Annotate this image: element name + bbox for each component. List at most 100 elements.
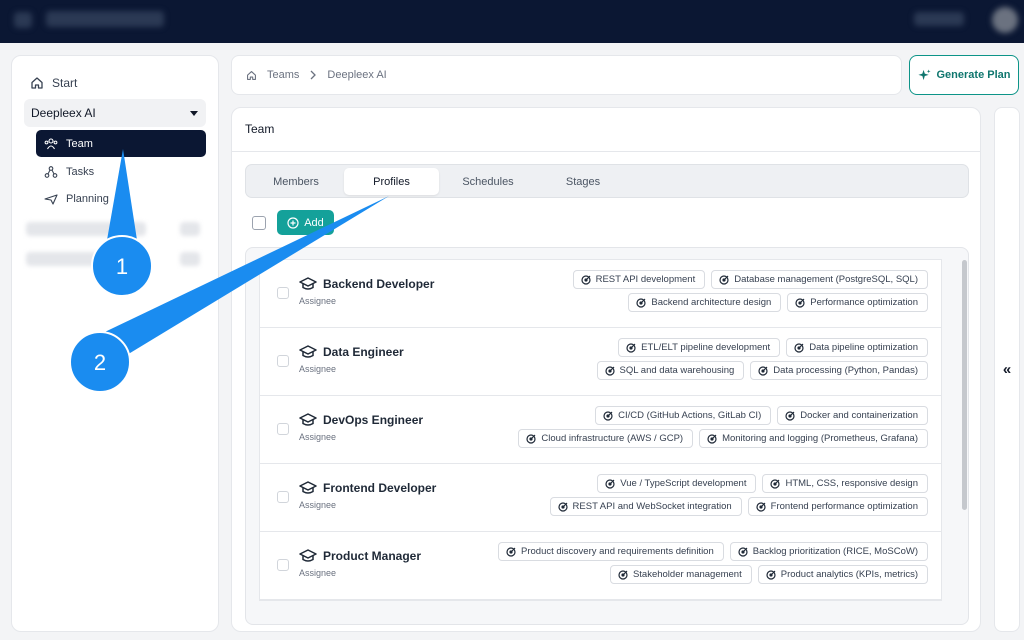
tab-profiles[interactable]: Profiles <box>344 168 439 195</box>
skill-chip[interactable]: REST API and WebSocket integration <box>549 497 742 516</box>
skill-chip-label: Docker and containerization <box>800 410 918 421</box>
target-icon <box>756 501 766 512</box>
tab-schedules[interactable]: Schedules <box>440 168 536 195</box>
skill-chip[interactable]: Docker and containerization <box>777 406 928 425</box>
skill-chip[interactable]: Monitoring and logging (Prometheus, Graf… <box>699 429 928 448</box>
profile-title[interactable]: DevOps Engineer <box>323 413 423 427</box>
chevron-right-icon <box>310 70 317 80</box>
skill-chip[interactable]: Backlog prioritization (RICE, MoSCoW) <box>729 542 928 561</box>
target-icon <box>603 410 613 421</box>
skill-chip[interactable]: CI/CD (GitHub Actions, GitLab CI) <box>595 406 772 425</box>
skill-chip-row: CI/CD (GitHub Actions, GitLab CI) Docker … <box>468 406 928 425</box>
hidden-org-action[interactable] <box>180 222 200 236</box>
skill-chip[interactable]: Product analytics (KPIs, metrics) <box>757 565 928 584</box>
skill-chip[interactable]: Backend architecture design <box>628 293 782 312</box>
sidebar-item-planning[interactable]: Planning <box>36 185 206 212</box>
tab-stages[interactable]: Stages <box>537 168 629 195</box>
nav-start-label: Start <box>52 76 78 90</box>
profile-row[interactable]: DevOps Engineer Assignee CI/CD (GitHub Act… <box>260 396 941 464</box>
hidden-org-row[interactable] <box>26 252 136 266</box>
nav-start[interactable]: Start <box>30 76 77 90</box>
profile-row[interactable]: Frontend Developer Assignee Vue / TypeScri… <box>260 464 941 532</box>
sidebar-item-tasks[interactable]: Tasks <box>36 158 206 185</box>
sidebar-item-team[interactable]: Team <box>36 130 206 157</box>
skill-chip[interactable]: Cloud infrastructure (AWS / GCP) <box>518 429 694 448</box>
target-icon <box>506 546 516 557</box>
add-button[interactable]: Add <box>277 210 334 235</box>
graduation-cap-icon <box>299 481 317 494</box>
home-icon[interactable] <box>246 70 257 81</box>
skill-chip[interactable]: Frontend performance optimization <box>747 497 928 516</box>
graduation-cap-icon-wrap <box>299 549 317 568</box>
profile-list: Backend Developer Assignee REST API develo… <box>245 247 969 625</box>
skill-chip[interactable]: Database management (PostgreSQL, SQL) <box>711 270 928 289</box>
row-checkbox[interactable] <box>277 355 289 367</box>
target-icon <box>580 274 591 285</box>
hidden-org-row[interactable] <box>26 222 146 236</box>
row-checkbox[interactable] <box>277 423 289 435</box>
skill-chip-row: Product discovery and requirements defin… <box>468 542 928 561</box>
profile-row[interactable]: Product Manager Assignee Product discovery… <box>260 532 941 600</box>
skill-chip-label: CI/CD (GitHub Actions, GitLab CI) <box>618 410 762 421</box>
profile-title[interactable]: Backend Developer <box>323 277 434 291</box>
app-logo <box>46 11 164 27</box>
skill-chip-label: HTML, CSS, responsive design <box>785 478 918 489</box>
skill-chip[interactable]: Stakeholder management <box>609 565 752 584</box>
target-icon <box>626 342 636 353</box>
row-checkbox[interactable] <box>277 491 289 503</box>
profile-subtitle: Assignee <box>299 432 337 442</box>
skill-chip-label: Vue / TypeScript development <box>620 478 747 489</box>
profile-title[interactable]: Data Engineer <box>323 345 404 359</box>
target-icon <box>770 478 781 489</box>
avatar[interactable] <box>992 7 1018 33</box>
caret-down-icon <box>190 110 198 116</box>
skill-chip-label: SQL and data warehousing <box>619 365 735 376</box>
skill-chip[interactable]: SQL and data warehousing <box>596 361 745 380</box>
sidebar: Start Deepleex AI Team Tasks Planning <box>11 55 219 632</box>
plus-circle-icon <box>287 216 299 229</box>
graduation-cap-icon-wrap <box>299 481 317 500</box>
skill-chip[interactable]: Vue / TypeScript development <box>597 474 757 493</box>
org-select[interactable]: Deepleex AI <box>24 99 206 127</box>
team-icon <box>44 137 58 149</box>
hidden-org-action[interactable] <box>180 252 200 266</box>
profile-list-inner: Backend Developer Assignee REST API develo… <box>259 259 942 601</box>
sidebar-item-label: Planning <box>66 192 109 205</box>
skill-chip-label: Performance optimization <box>810 297 918 308</box>
scrollbar[interactable] <box>962 260 967 510</box>
skill-chip[interactable]: Product discovery and requirements defin… <box>498 542 724 561</box>
target-icon <box>766 569 776 580</box>
select-all-checkbox[interactable] <box>252 216 266 230</box>
breadcrumb-teams[interactable]: Teams <box>267 69 299 81</box>
skill-chip-row: Vue / TypeScript development HTML, CSS, r… <box>468 474 928 493</box>
profile-row[interactable]: Backend Developer Assignee REST API develo… <box>260 260 941 328</box>
collapse-panel-button[interactable]: « <box>994 107 1020 632</box>
graduation-cap-icon-wrap <box>299 345 317 364</box>
menu-icon[interactable] <box>14 12 32 28</box>
profile-title[interactable]: Frontend Developer <box>323 481 436 495</box>
target-icon <box>636 297 646 308</box>
row-checkbox[interactable] <box>277 559 289 571</box>
skill-chip-label: Stakeholder management <box>632 569 742 580</box>
skill-chip-row: SQL and data warehousing Data processing … <box>468 361 928 380</box>
target-icon <box>604 365 615 376</box>
graduation-cap-icon <box>299 345 317 358</box>
page-title: Team <box>245 122 275 136</box>
skill-chip[interactable]: Performance optimization <box>787 293 928 312</box>
generate-plan-button[interactable]: Generate Plan <box>909 55 1019 95</box>
sidebar-item-label: Tasks <box>66 165 95 178</box>
plane-icon <box>44 193 58 205</box>
skill-chip-row: REST API and WebSocket integration Fronte… <box>468 497 928 516</box>
skill-chip[interactable]: Data processing (Python, Pandas) <box>750 361 928 380</box>
row-checkbox[interactable] <box>277 287 289 299</box>
skill-chip[interactable]: Data pipeline optimization <box>786 338 928 357</box>
skill-chip[interactable]: REST API development <box>572 270 706 289</box>
graduation-cap-icon <box>299 277 317 290</box>
tab-members[interactable]: Members <box>249 168 343 195</box>
sidebar-item-label: Team <box>66 137 93 150</box>
profile-row[interactable]: Data Engineer Assignee ETL/ELT pipeline de… <box>260 328 941 396</box>
skill-chip[interactable]: ETL/ELT pipeline development <box>618 338 781 357</box>
sparkle-icon <box>917 68 931 80</box>
skill-chip[interactable]: HTML, CSS, responsive design <box>762 474 928 493</box>
profile-title[interactable]: Product Manager <box>323 549 421 563</box>
